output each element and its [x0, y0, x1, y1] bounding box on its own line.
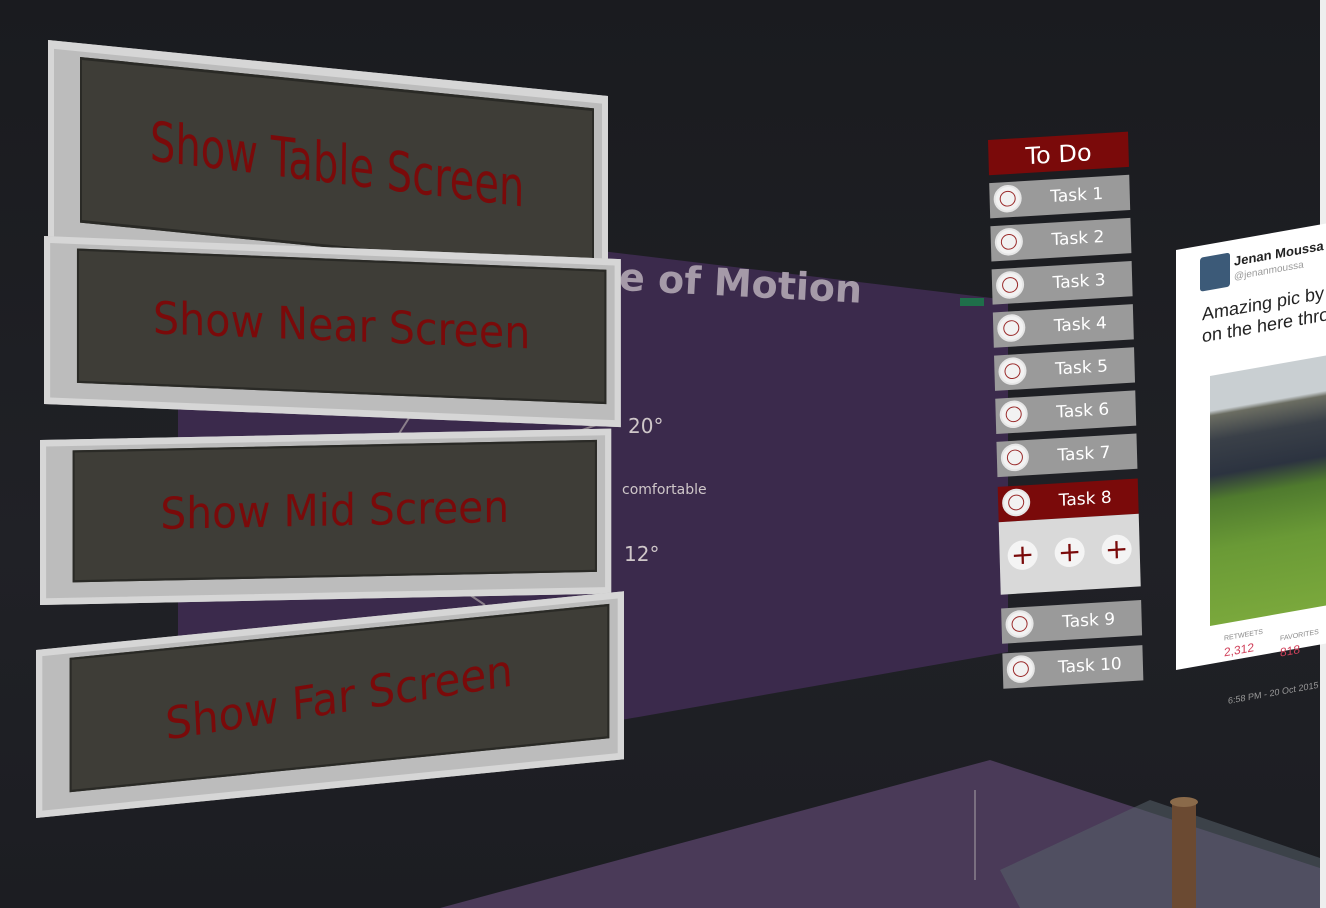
show-near-screen-face: Show Near Screen — [76, 248, 607, 405]
task-checkbox[interactable] — [1005, 609, 1034, 639]
show-mid-screen-label: Show Mid Screen — [160, 482, 510, 540]
show-mid-screen-button[interactable]: Show Mid Screen — [40, 428, 612, 605]
task-checkbox[interactable] — [995, 270, 1025, 300]
task-label: Task 5 — [1054, 356, 1109, 380]
retweets-count: 2,312 — [1224, 640, 1255, 660]
add-action-button-2[interactable]: + — [1054, 535, 1086, 569]
task-item-5[interactable]: Task 5 — [994, 347, 1136, 391]
task-item-1[interactable]: Task 1 — [989, 174, 1131, 219]
todo-title: To Do — [988, 131, 1129, 176]
task-checkbox[interactable] — [994, 227, 1024, 257]
task-item-9[interactable]: Task 9 — [1001, 600, 1143, 644]
show-near-screen-button[interactable]: Show Near Screen — [44, 236, 621, 428]
task-label: Task 6 — [1055, 399, 1110, 423]
task-label: Task 9 — [1061, 609, 1116, 633]
retweets-label: RETWEETS — [1224, 628, 1263, 643]
favorites-label: FAVORITES — [1280, 628, 1319, 643]
slide-angle-bottom: 12° — [624, 542, 660, 566]
task-checkbox[interactable] — [993, 184, 1023, 214]
task-label: Task 2 — [1051, 227, 1105, 251]
slide-angle-top: 20° — [628, 414, 664, 438]
task-item-2[interactable]: Task 2 — [990, 217, 1132, 262]
task-label: Task 7 — [1057, 442, 1111, 466]
task-item-7[interactable]: Task 7 — [996, 433, 1138, 478]
slide-comfort-label: comfortable — [622, 482, 707, 498]
task-checkbox[interactable] — [1000, 442, 1030, 472]
show-mid-screen-face: Show Mid Screen — [72, 439, 597, 583]
task-label: Task 3 — [1052, 270, 1106, 294]
vr-scene: Range of Motion 20° comfortable 12° Show… — [0, 0, 1326, 908]
task-item-3[interactable]: Task 3 — [991, 260, 1133, 305]
show-far-screen-label: Show Far Screen — [164, 645, 515, 751]
add-action-button-3[interactable]: + — [1101, 532, 1133, 566]
show-near-screen-label: Show Near Screen — [152, 292, 531, 360]
task-label: Task 1 — [1049, 184, 1104, 207]
task-label: Task 10 — [1057, 654, 1123, 678]
add-action-button-1[interactable]: + — [1007, 538, 1039, 572]
task-label: Task 4 — [1053, 313, 1108, 337]
task-checkbox[interactable] — [1001, 487, 1031, 518]
task-checkbox[interactable] — [998, 356, 1027, 386]
task-8-actions: + + + — [998, 513, 1141, 595]
avatar — [1200, 252, 1230, 292]
show-table-screen-label: Show Table Screen — [149, 110, 525, 221]
task-checkbox[interactable] — [1006, 654, 1036, 684]
task-checkbox[interactable] — [999, 399, 1029, 429]
tweet-card[interactable]: Jenan Moussa @jenanmoussa Amazing pic by… — [1176, 207, 1326, 706]
task-checkbox[interactable] — [996, 313, 1026, 343]
tweet-photo — [1210, 340, 1326, 627]
task-label: Task 8 — [1058, 487, 1112, 511]
todo-panel: To Do Task 1 Task 2 Task 3 Task 4 Task 5… — [988, 131, 1144, 689]
task-item-6[interactable]: Task 6 — [995, 390, 1137, 434]
task-item-4[interactable]: Task 4 — [992, 304, 1134, 348]
